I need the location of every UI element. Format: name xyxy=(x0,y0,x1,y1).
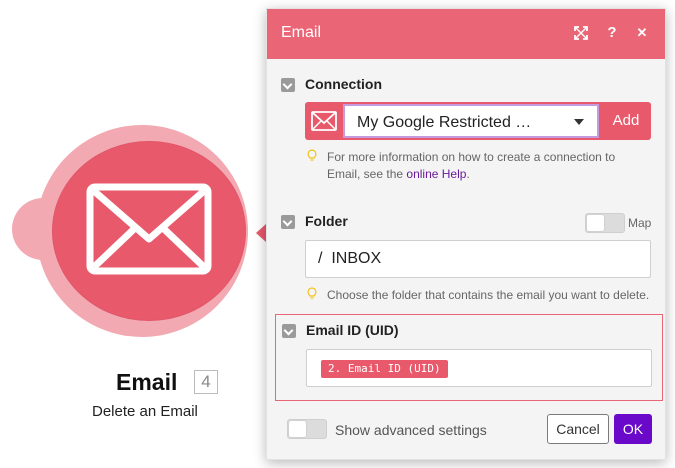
email-id-section: Email ID (UID) 2. Email ID (UID) xyxy=(275,314,663,401)
module-id-badge: 4 xyxy=(194,370,218,394)
advanced-settings-label: Show advanced settings xyxy=(335,422,487,438)
collapse-connection-icon[interactable] xyxy=(281,78,295,92)
email-id-input[interactable]: 2. Email ID (UID) xyxy=(306,349,652,387)
email-id-label: Email ID (UID) xyxy=(306,322,399,338)
folder-value: / INBOX xyxy=(318,250,382,267)
close-icon[interactable]: ✕ xyxy=(632,23,652,43)
add-connection-button[interactable]: Add xyxy=(601,102,651,140)
dialog-header: Email ? ✕ xyxy=(267,9,665,59)
collapse-folder-icon[interactable] xyxy=(281,215,295,229)
folder-hint: Choose the folder that contains the emai… xyxy=(327,288,650,302)
collapse-email-id-icon[interactable] xyxy=(282,324,296,338)
lightbulb-icon xyxy=(307,149,317,161)
dialog-title: Email xyxy=(281,24,322,41)
envelope-icon xyxy=(311,111,337,131)
advanced-settings-toggle[interactable] xyxy=(287,419,327,439)
cancel-button[interactable]: Cancel xyxy=(547,414,609,444)
connection-select[interactable]: My Google Restricted … xyxy=(343,104,599,138)
connection-select-value: My Google Restricted … xyxy=(357,114,532,131)
connection-label: Connection xyxy=(305,76,382,92)
help-icon[interactable]: ? xyxy=(602,23,622,43)
map-toggle[interactable] xyxy=(585,213,625,233)
lightbulb-icon xyxy=(307,287,317,299)
module-right-connector xyxy=(256,224,266,242)
connection-hint: For more information on how to create a … xyxy=(327,150,616,181)
folder-label: Folder xyxy=(305,213,348,229)
envelope-icon xyxy=(86,183,212,275)
module-title: Email xyxy=(116,369,178,395)
map-toggle-label: Map xyxy=(628,216,652,230)
ok-button[interactable]: OK xyxy=(614,414,652,444)
online-help-link[interactable]: online Help xyxy=(406,167,466,181)
folder-input[interactable]: / INBOX xyxy=(305,240,651,278)
email-id-token[interactable]: 2. Email ID (UID) xyxy=(321,360,448,378)
module-settings-dialog: Email ? ✕ Connection My Google Restricte… xyxy=(266,8,666,460)
expand-icon[interactable] xyxy=(571,23,591,43)
module-subtitle: Delete an Email xyxy=(92,403,198,420)
chevron-down-icon xyxy=(574,119,584,125)
